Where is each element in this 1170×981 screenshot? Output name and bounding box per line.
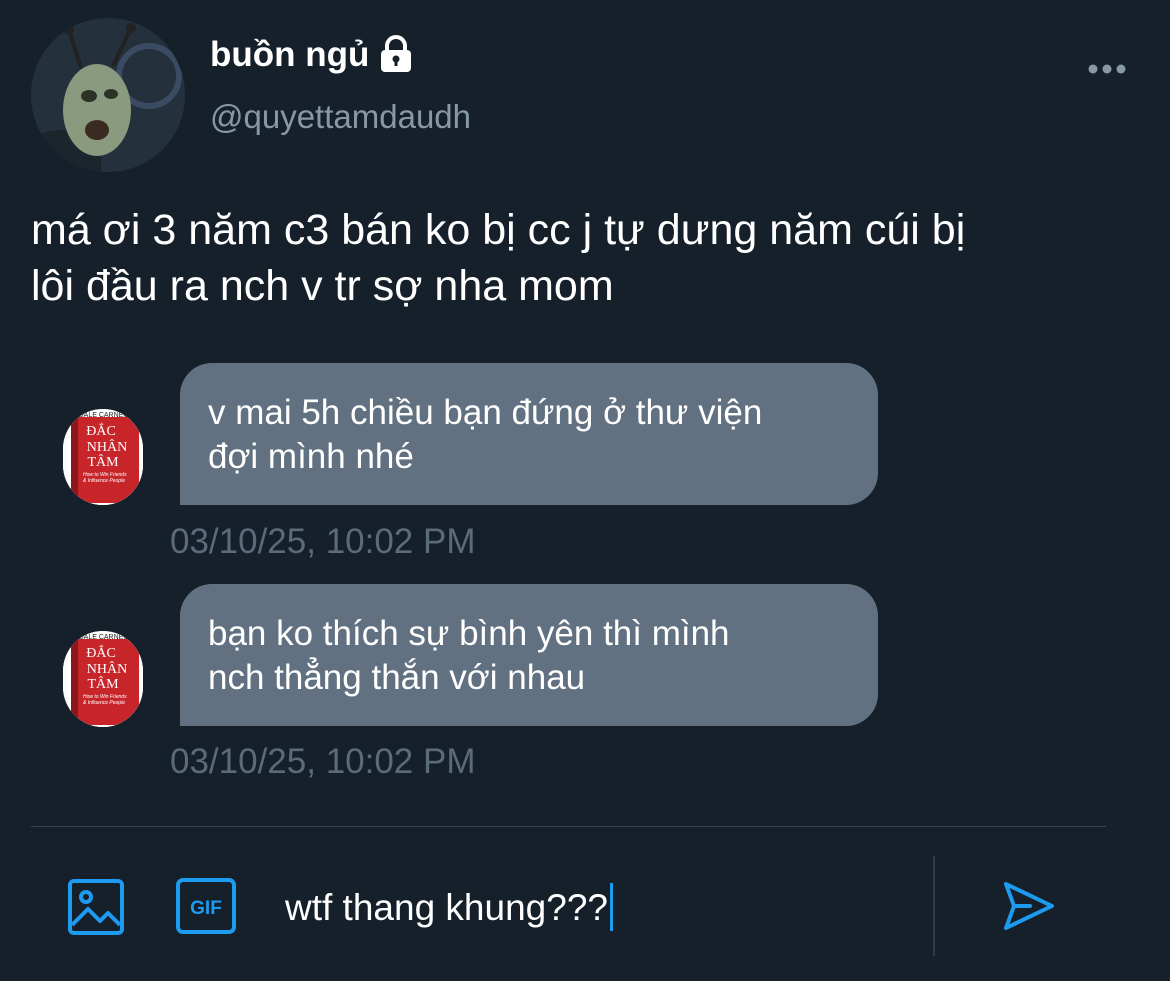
gif-label: GIF [190, 898, 222, 919]
gif-icon[interactable]: GIF [175, 877, 237, 935]
message-avatar[interactable]: DALE CARNEGIE ĐẮC NHÂN TÂM How to Win Fr… [63, 409, 143, 505]
message-bubble[interactable]: v mai 5h chiều bạn đứng ở thư viện đợi m… [180, 363, 878, 505]
book-title-line: NHÂN [87, 438, 127, 455]
book-title-line: TÂM [87, 675, 119, 692]
display-name: buồn ngủ [210, 34, 370, 74]
book-author: DALE CARNEGIE [79, 412, 136, 419]
text-caret [609, 883, 613, 932]
book-subtitle-line: & Influence People [83, 700, 125, 706]
profile-handle: @quyettamdaudh [210, 98, 472, 135]
more-horizontal-icon[interactable] [1086, 56, 1128, 82]
book-title-line: ĐẮC [86, 644, 116, 661]
avatar-image [31, 18, 185, 172]
tweet-text-line: lôi đầu ra nch v tr sợ nha mom [31, 262, 614, 310]
message-text-line: nch thẳng thắn với nhau [208, 658, 586, 697]
image-icon[interactable] [66, 877, 126, 937]
profile-avatar[interactable] [31, 18, 185, 172]
message-text-line: bạn ko thích sự bình yên thì mình [208, 614, 730, 653]
book-title-line: TÂM [87, 453, 119, 470]
book-cover-image: DALE CARNEGIE ĐẮC NHÂN TÂM How to Win Fr… [63, 409, 143, 505]
composer-separator [933, 856, 935, 956]
message-bubble[interactable]: bạn ko thích sự bình yên thì mình nch th… [180, 584, 878, 726]
message-timestamp: 03/10/25, 10:02 PM [170, 522, 476, 561]
book-cover-image: DALE CARNEGIE ĐẮC NHÂN TÂM How to Win Fr… [63, 631, 143, 727]
message-input[interactable]: wtf thang khung??? [285, 880, 915, 936]
tweet-text-line: má ơi 3 năm c3 bán ko bị cc j tự dưng nă… [31, 206, 966, 254]
message-timestamp: 03/10/25, 10:02 PM [170, 742, 476, 781]
message-input-value: wtf thang khung??? [285, 887, 608, 928]
composer-divider [31, 826, 1106, 827]
book-title-line: ĐẮC [86, 422, 116, 439]
book-subtitle-line: & Influence People [83, 478, 125, 484]
message-text-line: đợi mình nhé [208, 437, 414, 476]
book-author: DALE CARNEGIE [79, 634, 136, 641]
message-text-line: v mai 5h chiều bạn đứng ở thư viện [208, 393, 763, 432]
message-avatar[interactable]: DALE CARNEGIE ĐẮC NHÂN TÂM How to Win Fr… [63, 631, 143, 727]
lock-icon [381, 35, 412, 72]
display-name-row: buồn ngủ [210, 34, 415, 74]
book-title-line: NHÂN [87, 660, 127, 677]
send-icon[interactable] [1000, 878, 1056, 934]
tweet-text: má ơi 3 năm c3 bán ko bị cc j tự dưng nă… [31, 202, 1131, 314]
